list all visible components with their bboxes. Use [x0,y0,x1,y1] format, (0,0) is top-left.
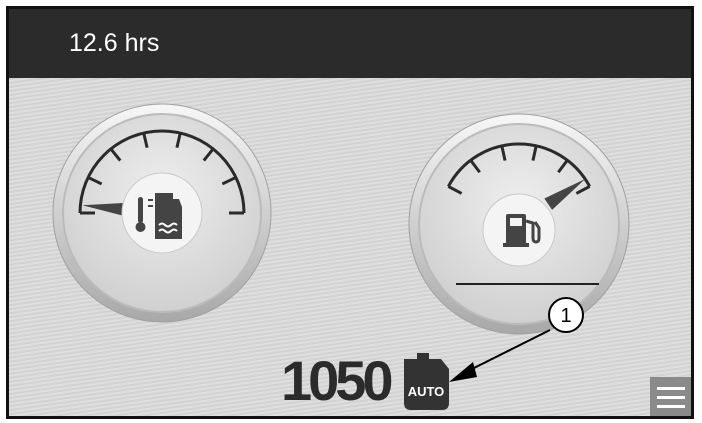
hamburger-line [657,396,685,399]
auto-badge: AUTO [408,384,445,399]
coolant-temp-gauge [52,103,272,323]
engine-icon: AUTO [404,353,449,410]
engine-rpm-readout: 1050 [281,349,394,412]
fuel-gauge [408,113,630,335]
display-frame: 12.6 hrs 1 AUTO 1050 [6,6,694,419]
hamburger-line [657,405,685,408]
hamburger-menu-icon [657,387,685,390]
menu-button[interactable] [650,377,691,416]
callout-number: 1 [560,305,571,327]
